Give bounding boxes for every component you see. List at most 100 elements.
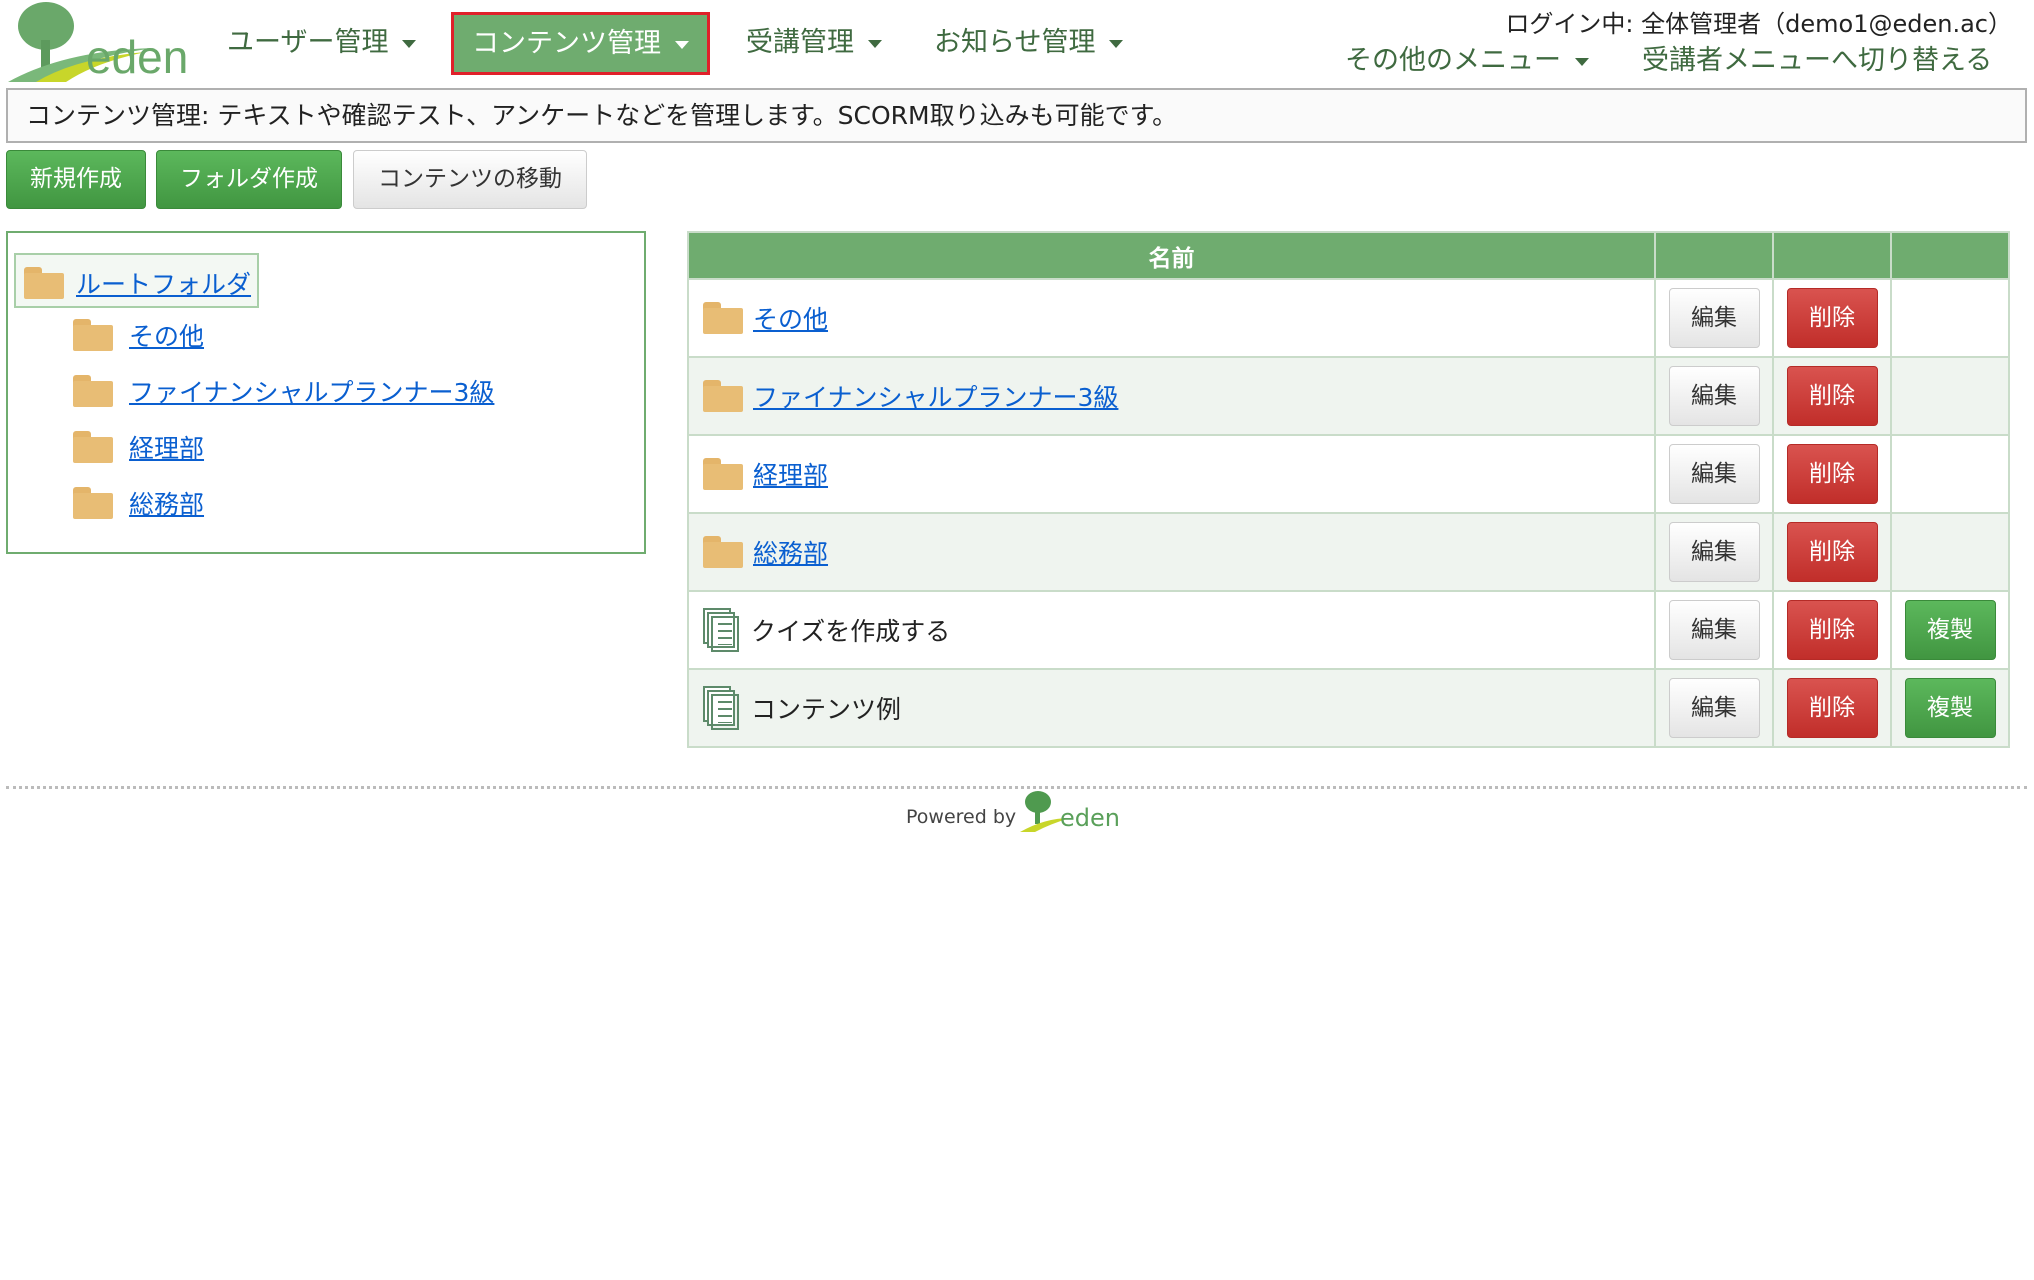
name-cell: コンテンツ例	[687, 668, 1656, 748]
name-cell: 経理部	[687, 434, 1656, 514]
table-header-row: 名前	[687, 231, 2010, 280]
caret-down-icon	[1109, 39, 1124, 48]
edit-button[interactable]: 編集	[1668, 678, 1760, 738]
folder-icon	[73, 431, 113, 463]
tree-item[interactable]: ファイナンシャルプランナー3級	[73, 373, 494, 409]
delete-cell: 削除	[1772, 434, 1892, 514]
login-status: ログイン中: 全体管理者（demo1@eden.ac）	[1505, 10, 2012, 38]
nav-label: コンテンツ管理	[472, 28, 661, 59]
column-header-copy	[1890, 231, 2010, 280]
row-name-link[interactable]: 総務部	[753, 539, 828, 568]
edit-button[interactable]: 編集	[1668, 600, 1760, 660]
edit-cell: 編集	[1654, 668, 1774, 748]
folder-icon	[73, 319, 113, 351]
edit-cell: 編集	[1654, 434, 1774, 514]
nav-label: ユーザー管理	[227, 27, 389, 58]
copy-cell	[1890, 434, 2010, 514]
folder-tree-panel: ルートフォルダ その他 ファイナンシャルプランナー3級 経理部 総務部	[6, 231, 646, 554]
nav-content-management[interactable]: コンテンツ管理	[451, 12, 710, 75]
caret-down-icon	[402, 39, 417, 48]
row-name-link[interactable]: ファイナンシャルプランナー3級	[753, 383, 1118, 412]
tree-item[interactable]: 経理部	[73, 429, 204, 465]
row-name: クイズを作成する	[751, 617, 951, 646]
nav-label: お知らせ管理	[934, 27, 1096, 58]
tree-item-link[interactable]: 総務部	[129, 490, 204, 519]
tree-item-link[interactable]: その他	[129, 322, 204, 351]
row-name-link[interactable]: その他	[753, 305, 828, 334]
name-cell: ファイナンシャルプランナー3級	[687, 356, 1656, 436]
tree-item-link[interactable]: 経理部	[129, 434, 204, 463]
table-row: クイズを作成する 編集 削除 複製	[687, 590, 2010, 670]
edit-cell: 編集	[1654, 512, 1774, 592]
column-header-name: 名前	[687, 231, 1656, 280]
folder-icon	[703, 302, 743, 334]
table-row: 経理部 編集 削除	[687, 434, 2010, 514]
move-content-button[interactable]: コンテンツの移動	[353, 150, 587, 209]
caret-down-icon	[1575, 57, 1589, 66]
description-text: コンテンツ管理: テキストや確認テスト、アンケートなどを管理します。SCORM取…	[26, 101, 1178, 130]
column-header-delete	[1772, 231, 1892, 280]
tree-item-link[interactable]: ファイナンシャルプランナー3級	[129, 378, 494, 407]
tree-root-folder[interactable]: ルートフォルダ	[14, 253, 259, 308]
edit-button[interactable]: 編集	[1668, 288, 1760, 348]
copy-button[interactable]: 複製	[1904, 600, 1996, 660]
delete-cell: 削除	[1772, 512, 1892, 592]
folder-icon	[73, 487, 113, 519]
delete-button[interactable]: 削除	[1786, 444, 1878, 504]
name-cell: クイズを作成する	[687, 590, 1656, 670]
other-menu-dropdown[interactable]: その他のメニュー	[1345, 38, 1589, 84]
nav-notice-management[interactable]: お知らせ管理	[934, 20, 1124, 66]
edit-button[interactable]: 編集	[1668, 522, 1760, 582]
table-row: ファイナンシャルプランナー3級 編集 削除	[687, 356, 2010, 436]
content-table: 名前 その他 編集 削除 ファイナンシャルプランナー3級 編集 削除 経理部 編…	[687, 231, 2010, 748]
tree-root-link[interactable]: ルートフォルダ	[76, 270, 251, 299]
nav-label: その他のメニュー	[1345, 45, 1561, 76]
caret-down-icon	[675, 40, 689, 49]
logo-text: eden	[86, 31, 189, 83]
new-button[interactable]: 新規作成	[6, 150, 146, 209]
column-header-edit	[1654, 231, 1774, 280]
delete-button[interactable]: 削除	[1786, 600, 1878, 660]
powered-by: Powered by eden	[906, 788, 1126, 838]
row-name-link[interactable]: 経理部	[753, 461, 828, 490]
nav-label: 受講管理	[746, 27, 854, 58]
document-stack-icon	[703, 608, 741, 652]
tree-item[interactable]: 総務部	[73, 485, 204, 521]
new-folder-button[interactable]: フォルダ作成	[156, 150, 342, 209]
table-row: コンテンツ例 編集 削除 複製	[687, 668, 2010, 748]
delete-button[interactable]: 削除	[1786, 678, 1878, 738]
table-row: 総務部 編集 削除	[687, 512, 2010, 592]
copy-cell	[1890, 356, 2010, 436]
copy-cell	[1890, 512, 2010, 592]
delete-button[interactable]: 削除	[1786, 522, 1878, 582]
table-row: その他 編集 削除	[687, 278, 2010, 358]
delete-button[interactable]: 削除	[1786, 288, 1878, 348]
copy-cell: 複製	[1890, 590, 2010, 670]
description-bar: コンテンツ管理: テキストや確認テスト、アンケートなどを管理します。SCORM取…	[6, 88, 2027, 143]
delete-cell: 削除	[1772, 668, 1892, 748]
folder-icon	[73, 375, 113, 407]
name-cell: その他	[687, 278, 1656, 358]
delete-button[interactable]: 削除	[1786, 366, 1878, 426]
nav-course-management[interactable]: 受講管理	[746, 20, 882, 66]
switch-to-learner-menu-link[interactable]: 受講者メニューへ切り替える	[1642, 38, 1992, 84]
document-stack-icon	[703, 686, 741, 730]
folder-icon	[24, 267, 64, 299]
copy-button[interactable]: 複製	[1904, 678, 1996, 738]
tree-item[interactable]: その他	[73, 317, 204, 353]
powered-by-text: Powered by	[906, 806, 1017, 828]
edit-button[interactable]: 編集	[1668, 366, 1760, 426]
delete-cell: 削除	[1772, 278, 1892, 358]
eden-logo[interactable]: eden	[6, 0, 190, 84]
caret-down-icon	[868, 39, 882, 48]
delete-cell: 削除	[1772, 590, 1892, 670]
copy-cell: 複製	[1890, 668, 2010, 748]
delete-cell: 削除	[1772, 356, 1892, 436]
edit-button[interactable]: 編集	[1668, 444, 1760, 504]
row-name: コンテンツ例	[751, 695, 902, 724]
nav-user-management[interactable]: ユーザー管理	[227, 20, 417, 66]
copy-cell	[1890, 278, 2010, 358]
name-cell: 総務部	[687, 512, 1656, 592]
footer-logo-text: eden	[1060, 804, 1120, 832]
folder-icon	[703, 380, 743, 412]
